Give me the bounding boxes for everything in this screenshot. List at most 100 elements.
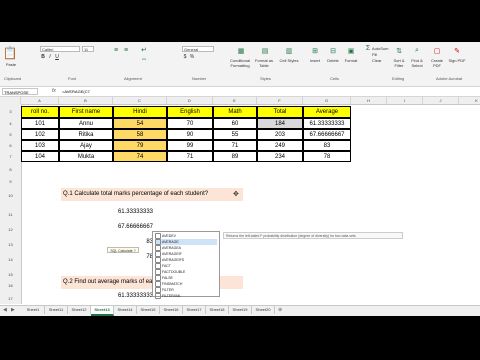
- autocomplete-list[interactable]: AVEDEV AVERAGE AVERAGEA AVERAGEIF AVERAGEIFS…: [152, 231, 220, 300]
- row-header[interactable]: 4: [0, 121, 21, 126]
- table-cell[interactable]: 61.33333333: [303, 118, 351, 129]
- q1-value[interactable]: 67.66666667: [113, 224, 153, 230]
- fill-button[interactable]: Fill: [372, 52, 390, 57]
- worksheet-grid[interactable]: roll no. First name Hindi English Math T…: [21, 104, 480, 304]
- column-header[interactable]: G: [303, 97, 351, 104]
- create-pdf-icon[interactable]: ▢: [432, 46, 442, 56]
- fx-icon[interactable]: fx: [52, 88, 56, 94]
- header-average[interactable]: Average: [303, 106, 351, 118]
- autosum-button[interactable]: AutoSum: [372, 46, 390, 51]
- sign-pdf-icon[interactable]: ✎: [452, 46, 462, 56]
- table-cell[interactable]: 79: [113, 140, 167, 151]
- row-header[interactable]: 7: [0, 154, 21, 159]
- row-header[interactable]: 9: [0, 179, 21, 184]
- next-sheet-icon[interactable]: ▶: [11, 306, 15, 314]
- find-select-button[interactable]: Find & Select: [408, 58, 426, 68]
- sheet-tab[interactable]: Sheet13: [91, 306, 114, 316]
- sign-pdf-button[interactable]: Sign PDF: [448, 58, 466, 63]
- table-cell[interactable]: Ajay: [59, 140, 113, 151]
- column-header[interactable]: B: [59, 97, 113, 104]
- create-pdf-button[interactable]: Create PDF: [428, 58, 446, 68]
- table-cell[interactable]: 74: [113, 151, 167, 162]
- format-button[interactable]: Format: [342, 58, 360, 63]
- table-cell[interactable]: 78: [303, 151, 351, 162]
- underline-button[interactable]: U: [54, 55, 60, 60]
- prev-sheet-icon[interactable]: ◀: [3, 306, 7, 314]
- q1-value[interactable]: 61.33333333: [113, 209, 153, 215]
- column-header[interactable]: J: [423, 97, 459, 104]
- sheet-tab[interactable]: Sheet18: [206, 306, 229, 314]
- sheet-tab[interactable]: Sheet17: [183, 306, 206, 314]
- row-header[interactable]: 15: [0, 272, 21, 277]
- delete-button[interactable]: Delete: [324, 58, 342, 63]
- conditional-formatting-icon[interactable]: ▦: [236, 46, 246, 56]
- table-cell[interactable]: 99: [167, 140, 213, 151]
- column-header[interactable]: F: [257, 97, 303, 104]
- column-header[interactable]: E: [213, 97, 257, 104]
- column-header[interactable]: K: [459, 97, 480, 104]
- sheet-tab[interactable]: Sheet20: [252, 306, 275, 314]
- currency-button[interactable]: $: [182, 55, 188, 60]
- row-header[interactable]: 11: [0, 212, 21, 217]
- row-header[interactable]: 12: [0, 227, 21, 232]
- header-hindi[interactable]: Hindi: [113, 106, 167, 118]
- percent-button[interactable]: %: [189, 55, 195, 60]
- merge-icon[interactable]: ⇔: [140, 56, 148, 63]
- autosum-icon[interactable]: Σ: [364, 45, 372, 52]
- cell-styles-icon[interactable]: ▥: [284, 46, 294, 56]
- number-format-box[interactable]: General: [182, 46, 214, 52]
- insert-cells-icon[interactable]: ⊞: [310, 46, 320, 56]
- table-cell[interactable]: 203: [257, 129, 303, 140]
- formula-input[interactable]: =AVERAGE(C7: [62, 88, 90, 95]
- italic-button[interactable]: I: [47, 55, 53, 60]
- row-header[interactable]: 10: [0, 193, 21, 198]
- row-header[interactable]: 5: [0, 132, 21, 137]
- sheet-tab[interactable]: Sheet14: [114, 306, 137, 314]
- header-total[interactable]: Total: [257, 106, 303, 118]
- cell-styles-button[interactable]: Cell Styles: [278, 58, 300, 63]
- sheet-tab[interactable]: Sheet12: [68, 306, 91, 314]
- delete-cells-icon[interactable]: ⊟: [328, 46, 338, 56]
- table-cell[interactable]: 89: [213, 151, 257, 162]
- q2-value[interactable]: 61.33333333: [113, 293, 153, 299]
- sheet-tab[interactable]: Sheet1: [22, 306, 45, 314]
- column-header[interactable]: D: [167, 97, 213, 104]
- clear-button[interactable]: Clear: [372, 58, 390, 63]
- column-header[interactable]: C: [113, 97, 167, 104]
- table-cell[interactable]: 70: [167, 118, 213, 129]
- name-box[interactable]: TRANSPOSE: [2, 88, 38, 95]
- select-all-corner[interactable]: [0, 97, 21, 104]
- align-center-icon[interactable]: ≡: [122, 47, 130, 54]
- q1-value[interactable]: 78: [113, 254, 153, 260]
- find-select-icon[interactable]: ⌕: [412, 46, 422, 56]
- table-cell[interactable]: 71: [213, 140, 257, 151]
- row-header[interactable]: 6: [0, 143, 21, 148]
- table-cell[interactable]: 71: [167, 151, 213, 162]
- bold-button[interactable]: B: [40, 55, 46, 60]
- column-header[interactable]: I: [387, 97, 423, 104]
- sheet-tab[interactable]: Sheet11: [45, 306, 68, 314]
- row-header[interactable]: 3: [0, 109, 21, 114]
- table-cell[interactable]: Mukta: [59, 151, 113, 162]
- sort-filter-icon[interactable]: ⇅: [394, 46, 404, 56]
- row-header[interactable]: 13: [0, 242, 21, 247]
- header-roll-no[interactable]: roll no.: [21, 106, 59, 118]
- question-1[interactable]: Q.1 Calculate total marks percentage of …: [61, 188, 243, 201]
- table-cell[interactable]: 90: [167, 129, 213, 140]
- table-cell[interactable]: 54: [113, 118, 167, 129]
- format-as-table-icon[interactable]: ▤: [260, 46, 270, 56]
- table-cell[interactable]: 58: [113, 129, 167, 140]
- autocomplete-item[interactable]: FILTERXML: [155, 293, 217, 300]
- column-header[interactable]: A: [21, 97, 59, 104]
- table-cell[interactable]: Annu: [59, 118, 113, 129]
- q1-value[interactable]: 83: [113, 239, 153, 245]
- table-cell[interactable]: Ritika: [59, 129, 113, 140]
- align-left-icon[interactable]: ≡: [112, 47, 120, 54]
- table-cell[interactable]: 60: [213, 118, 257, 129]
- row-header[interactable]: 16: [0, 283, 21, 288]
- row-header[interactable]: 17: [0, 296, 21, 301]
- sheet-tab[interactable]: Sheet16: [160, 306, 183, 314]
- table-cell[interactable]: 184: [257, 118, 303, 129]
- sheet-tab[interactable]: Sheet19: [229, 306, 252, 314]
- row-header[interactable]: 14: [0, 257, 21, 262]
